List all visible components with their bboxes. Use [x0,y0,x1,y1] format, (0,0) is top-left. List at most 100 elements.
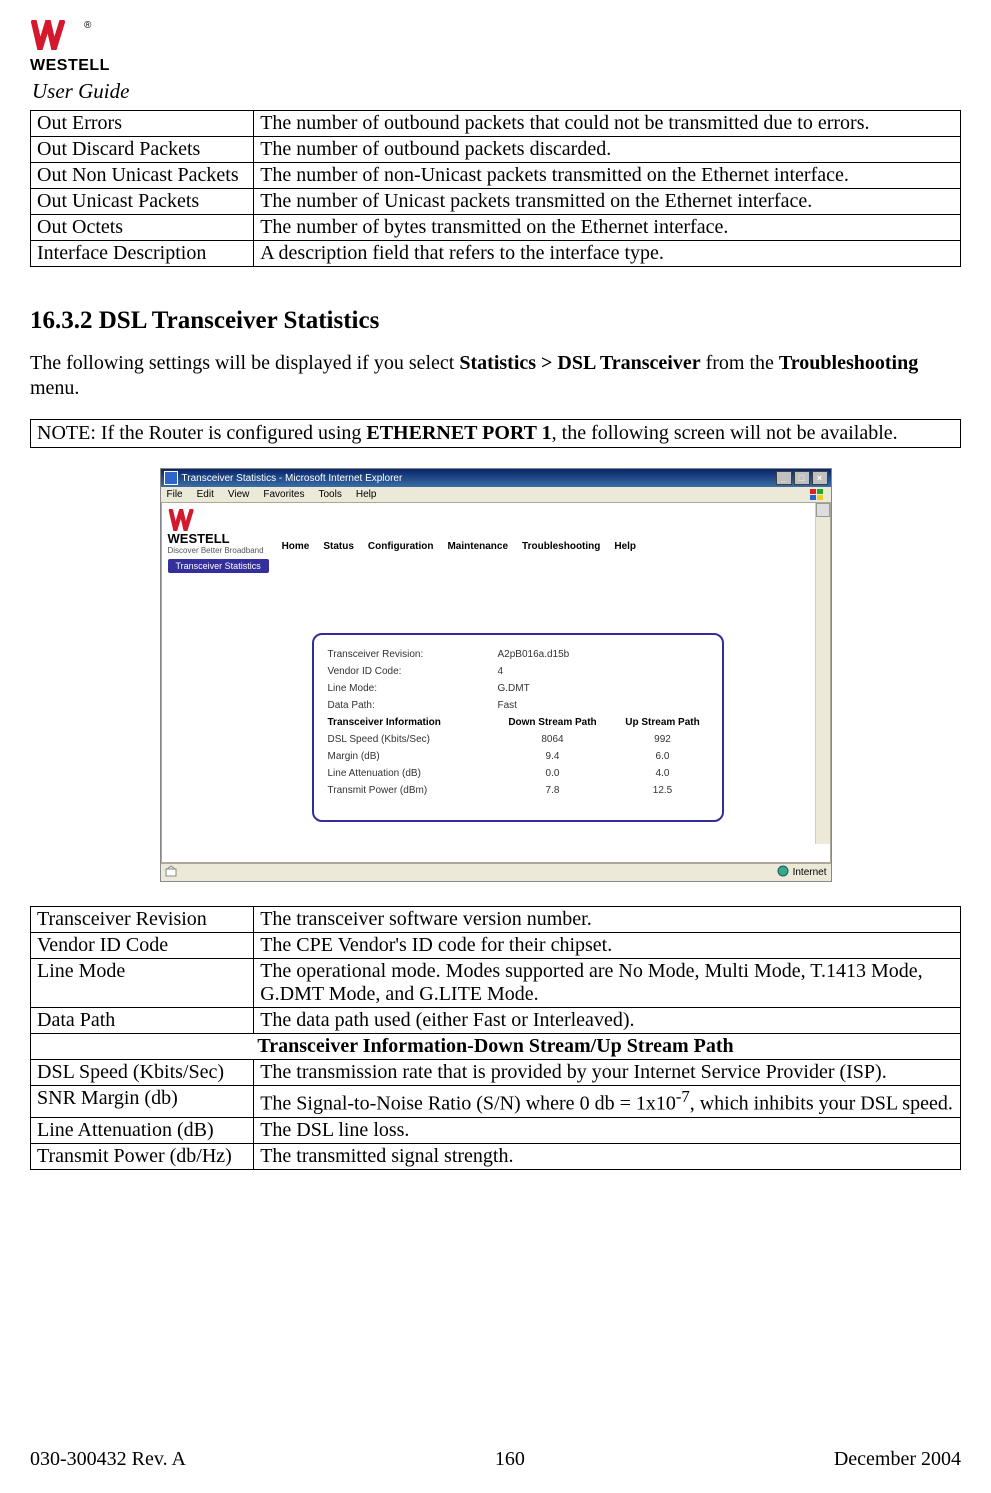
footer-center: 160 [495,1448,525,1471]
stat-down: 0.0 [498,768,608,779]
maximize-button[interactable]: □ [794,471,810,485]
term: Line Attenuation (dB) [31,1117,254,1143]
scrollbar[interactable] [815,503,830,844]
westell-logo-icon [168,509,206,531]
term: Transceiver Revision [31,907,254,933]
vendor-value: 4 [498,666,504,677]
downstream-header: Down Stream Path [498,717,608,728]
term: Data Path [31,1008,254,1034]
term: Out Non Unicast Packets [31,163,254,189]
definition: The number of Unicast packets transmitte… [254,189,961,215]
status-left-icon [165,865,177,880]
term: Out Errors [31,111,254,137]
logo-word: WESTELL [30,57,110,75]
section-title: DSL Transceiver Statistics [99,307,380,334]
scroll-up-icon[interactable] [816,503,830,517]
nav-status[interactable]: Status [323,541,354,552]
term: Out Discard Packets [31,137,254,163]
internet-zone-icon [777,865,789,880]
section-heading: 16.3.2 DSL Transceiver Statistics [30,307,961,335]
stat-name: Margin (dB) [328,751,488,762]
definition: The number of outbound packets discarded… [254,137,961,163]
submenu-transceiver-stats[interactable]: Transceiver Statistics [168,559,269,573]
definition: The data path used (either Fast or Inter… [254,1008,961,1034]
table-row: DSL Speed (Kbits/Sec)The transmission ra… [31,1060,961,1086]
brand-word: WESTELL [168,531,264,546]
rev-value: A2pB016a.d15b [498,649,570,660]
term: Interface Description [31,241,254,267]
menu-edit[interactable]: Edit [197,489,214,500]
definition: The number of non-Unicast packets transm… [254,163,961,189]
table-row: Interface DescriptionA description field… [31,241,961,267]
footer-right: December 2004 [834,1448,961,1471]
definition: The number of outbound packets that coul… [254,111,961,137]
menu-file[interactable]: File [167,489,183,500]
stats-card: Transceiver Revision: A2pB016a.d15b Vendo… [312,633,724,822]
logo: ® WESTELL [30,20,961,75]
section-label: User Guide [32,79,961,104]
window-title: Transceiver Statistics - Microsoft Inter… [182,473,403,484]
table-row: Line Attenuation (dB)The DSL line loss. [31,1117,961,1143]
logo-mark: ® [30,20,91,55]
stat-up: 992 [618,734,708,745]
nav-home[interactable]: Home [282,541,310,552]
status-bar: Internet [161,863,831,881]
nav-troubleshooting[interactable]: Troubleshooting [522,541,600,552]
stat-name: Transmit Power (dBm) [328,785,488,796]
nav-configuration[interactable]: Configuration [368,541,434,552]
internet-zone-label: Internet [793,867,827,878]
term: Out Unicast Packets [31,189,254,215]
page-footer: 030-300432 Rev. A 160 December 2004 [30,1448,961,1471]
upstream-header: Up Stream Path [618,717,708,728]
footer-left: 030-300432 Rev. A [30,1448,186,1471]
table-row: Line ModeThe operational mode. Modes sup… [31,959,961,1008]
sub-header: Transceiver Information-Down Stream/Up S… [31,1034,961,1060]
mode-value: G.DMT [498,683,530,694]
table-subheader: Transceiver Information-Down Stream/Up S… [31,1034,961,1060]
term: SNR Margin (db) [31,1086,254,1118]
menu-favorites[interactable]: Favorites [263,489,304,500]
table-row: Out ErrorsThe number of outbound packets… [31,111,961,137]
definition: The Signal-to-Noise Ratio (S/N) where 0 … [254,1086,961,1118]
embedded-screenshot: Transceiver Statistics - Microsoft Inter… [160,468,832,882]
definition: The transmitted signal strength. [254,1143,961,1169]
close-button[interactable]: × [812,471,828,485]
stat-up: 4.0 [618,768,708,779]
nav-help[interactable]: Help [614,541,636,552]
table-row: Out Unicast PacketsThe number of Unicast… [31,189,961,215]
term: Line Mode [31,959,254,1008]
table-row: Out Non Unicast PacketsThe number of non… [31,163,961,189]
ie-icon [164,471,178,485]
definition: The transmission rate that is provided b… [254,1060,961,1086]
table-row: Out Discard PacketsThe number of outboun… [31,137,961,163]
nav-maintenance[interactable]: Maintenance [447,541,508,552]
rev-label: Transceiver Revision: [328,649,488,660]
vendor-label: Vendor ID Code: [328,666,488,677]
path-label: Data Path: [328,700,488,711]
mode-label: Line Mode: [328,683,488,694]
menu-view[interactable]: View [228,489,250,500]
note-box: NOTE: If the Router is configured using … [30,419,961,448]
stat-down: 9.4 [498,751,608,762]
definition: The CPE Vendor's ID code for their chips… [254,933,961,959]
stat-name: Line Attenuation (dB) [328,768,488,779]
definition: A description field that refers to the i… [254,241,961,267]
path-value: Fast [498,700,517,711]
minimize-button[interactable]: _ [776,471,792,485]
definitions-table-2: Transceiver RevisionThe transceiver soft… [30,906,961,1170]
term: DSL Speed (Kbits/Sec) [31,1060,254,1086]
registered-mark: ® [84,20,91,31]
stat-up: 6.0 [618,751,708,762]
info-header: Transceiver Information [328,717,488,728]
menu-help[interactable]: Help [356,489,377,500]
definition: The DSL line loss. [254,1117,961,1143]
menu-tools[interactable]: Tools [318,489,341,500]
table-row: SNR Margin (db) The Signal-to-Noise Rati… [31,1086,961,1118]
table-row: Vendor ID CodeThe CPE Vendor's ID code f… [31,933,961,959]
term: Vendor ID Code [31,933,254,959]
definition: The number of bytes transmitted on the E… [254,215,961,241]
table-row: Out OctetsThe number of bytes transmitte… [31,215,961,241]
section-number: 16.3.2 [30,307,93,334]
stat-down: 7.8 [498,785,608,796]
stat-up: 12.5 [618,785,708,796]
